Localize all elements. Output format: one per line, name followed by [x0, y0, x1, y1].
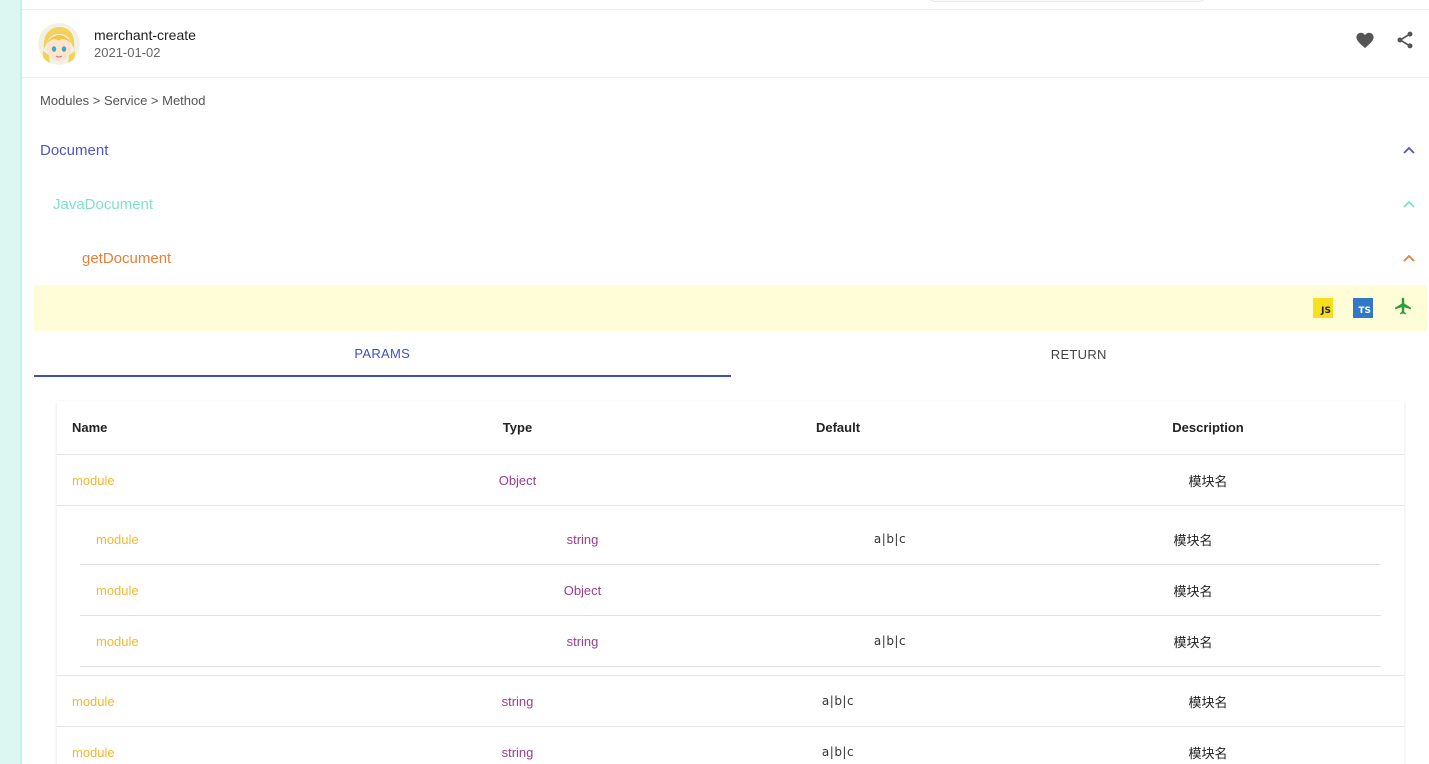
tree-item-label: Document [40, 141, 109, 159]
cell-type: string [501, 744, 534, 760]
cell-description: 模块名 [1173, 533, 1213, 549]
ts-icon[interactable]: TS [1353, 298, 1373, 318]
tree-item-javadocument[interactable]: JavaDocument [22, 177, 1429, 231]
cell-type: string [501, 693, 534, 709]
cell-name: module [96, 582, 139, 598]
nested-table: module string a|b|c 模块名 module Object 模块… [57, 506, 1404, 676]
tab-return[interactable]: RETURN [731, 331, 1428, 377]
airplane-icon[interactable] [1393, 296, 1413, 321]
tree-item-getdocument[interactable]: getDocument [22, 231, 1429, 285]
left-rail [0, 0, 22, 764]
tree-item-document[interactable]: Document [22, 123, 1429, 177]
column-header-default: Default [815, 420, 861, 435]
cell-default: a|b|c [821, 694, 855, 708]
table-header: Name Type Default Description [57, 401, 1404, 455]
chevron-up-icon[interactable] [1403, 146, 1415, 154]
tab-bar: PARAMS RETURN [34, 331, 1427, 377]
cell-name: module [72, 472, 115, 488]
chevron-up-icon[interactable] [1403, 200, 1415, 208]
cell-type: Object [498, 472, 537, 488]
search-pill[interactable] [927, 0, 1207, 2]
cell-name: module [72, 693, 115, 709]
cell-type: Object [563, 582, 602, 598]
params-table: Name Type Default Description module Obj… [57, 401, 1404, 764]
cell-name: module [96, 633, 139, 649]
cell-type: string [566, 531, 599, 547]
heart-icon[interactable] [1355, 31, 1375, 49]
tab-params[interactable]: PARAMS [34, 331, 731, 377]
doc-header: merchant-create 2021-01-02 [22, 10, 1429, 78]
cell-description: 模块名 [1188, 746, 1228, 762]
method-panel: JS TS PARAMS RETURN Name Type Default De… [34, 285, 1427, 764]
top-bar [22, 0, 1429, 10]
cell-description: 模块名 [1173, 635, 1213, 651]
column-header-type: Type [502, 420, 533, 435]
table-row[interactable]: module Object 模块名 [57, 455, 1404, 506]
cell-default: a|b|c [873, 532, 907, 546]
page: merchant-create 2021-01-02 Modules > Ser… [22, 0, 1429, 764]
nested-row[interactable]: module Object 模块名 [80, 565, 1381, 616]
cell-name: module [96, 531, 139, 547]
doc-title: merchant-create [94, 27, 196, 43]
chevron-up-icon[interactable] [1403, 254, 1415, 262]
cell-name: module [72, 744, 115, 760]
column-header-name: Name [72, 420, 108, 435]
js-icon[interactable]: JS [1313, 298, 1333, 318]
share-icon[interactable] [1395, 30, 1415, 50]
table-row[interactable]: module string a|b|c 模块名 [57, 676, 1404, 727]
nested-row[interactable]: module string a|b|c 模块名 [80, 616, 1381, 667]
cell-description: 模块名 [1188, 474, 1228, 490]
cell-description: 模块名 [1188, 695, 1228, 711]
avatar [38, 22, 80, 65]
tree-item-label: getDocument [82, 249, 172, 267]
nested-row[interactable]: module string a|b|c 模块名 [80, 514, 1381, 565]
column-header-description: Description [1172, 420, 1244, 435]
code-toolbar: JS TS [34, 285, 1427, 331]
cell-default: a|b|c [873, 634, 907, 648]
tree-item-label: JavaDocument [53, 195, 154, 213]
doc-date: 2021-01-02 [94, 45, 161, 60]
cell-default: a|b|c [821, 745, 855, 759]
cell-type: string [566, 633, 599, 649]
table-row[interactable]: module string a|b|c 模块名 [57, 727, 1404, 764]
breadcrumb: Modules > Service > Method [40, 93, 206, 108]
cell-description: 模块名 [1173, 584, 1213, 600]
